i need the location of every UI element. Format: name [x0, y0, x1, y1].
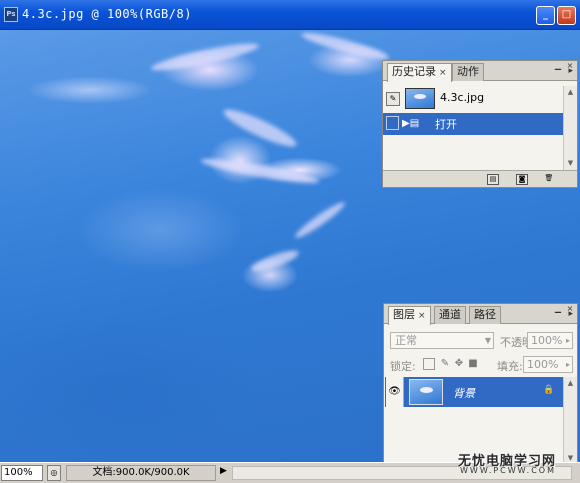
lock-transparency-icon[interactable] — [423, 358, 435, 370]
lock-fill-row: 锁定: ✎ ✥ ■ 填充: 100% ▸ — [385, 355, 576, 375]
lock-icon: 🔒 — [543, 385, 555, 395]
lock-all-icon[interactable]: ■ — [467, 358, 479, 370]
new-document-from-state-icon[interactable]: ▤ — [487, 174, 499, 185]
layers-scrollbar[interactable]: ▲ ▼ — [563, 377, 577, 465]
photoshop-icon: Ps — [4, 7, 18, 22]
document-info: 文档:900.0K/900.0K — [66, 465, 216, 481]
opacity-input[interactable]: 100% ▸ — [527, 332, 573, 349]
history-panel: ▁ × 历史记录 × 动作 ▸ ✎ 4.3c.jpg ▶▤ 打开 ▲ ▼ ▤ ◙ … — [382, 60, 578, 188]
status-menu-icon[interactable]: ◎ — [47, 465, 61, 481]
layers-panel-tabs: ▁ × 图层 × 通道 路径 ▸ — [384, 304, 577, 325]
panel-menu-icon[interactable]: ▸ — [568, 66, 573, 76]
scroll-down-icon[interactable]: ▼ — [564, 157, 577, 170]
history-brush-source-box[interactable] — [386, 116, 399, 130]
chevron-down-icon: ▼ — [484, 336, 491, 345]
layer-thumbnail — [409, 379, 443, 405]
highlight-streak — [199, 154, 321, 188]
lock-image-icon[interactable]: ✎ — [439, 358, 451, 370]
zoom-input[interactable]: 100% — [1, 465, 43, 481]
snapshot-label: 4.3c.jpg — [440, 91, 485, 104]
fill-label: 填充: — [497, 360, 523, 373]
highlight-streak — [249, 246, 301, 276]
highlight-streak — [292, 198, 348, 242]
snapshot-thumbnail — [405, 88, 435, 109]
tab-channels[interactable]: 通道 — [434, 306, 466, 324]
chevron-right-icon: ▸ — [565, 360, 570, 369]
minimize-button[interactable]: _ — [536, 6, 555, 25]
tab-history[interactable]: 历史记录 × — [387, 63, 452, 82]
history-panel-tabs: ▁ × 历史记录 × 动作 ▸ — [383, 61, 577, 82]
history-brush-source-icon[interactable]: ✎ — [386, 92, 400, 106]
delete-icon[interactable]: 🗑 — [543, 174, 555, 185]
history-scrollbar[interactable]: ▲ ▼ — [563, 86, 577, 170]
lock-position-icon[interactable]: ✥ — [453, 358, 465, 370]
restore-button[interactable]: □ — [557, 6, 576, 25]
lock-label: 锁定: — [390, 360, 416, 373]
tab-layers[interactable]: 图层 × — [388, 306, 431, 325]
open-document-icon: ▶▤ — [402, 118, 420, 129]
highlight-streak — [299, 30, 391, 64]
window-title-bar[interactable]: Ps 4.3c.jpg @ 100%(RGB/8) _ □ — [0, 0, 580, 30]
history-snapshot[interactable]: ✎ 4.3c.jpg — [383, 86, 563, 111]
history-state-label: 打开 — [435, 118, 457, 131]
scroll-up-icon[interactable]: ▲ — [564, 377, 577, 390]
panel-menu-icon[interactable]: ▸ — [568, 309, 573, 319]
eye-icon[interactable]: 👁 — [386, 377, 404, 407]
panel-minimize-icon[interactable]: ▁ — [553, 61, 563, 71]
fill-input[interactable]: 100% ▸ — [523, 356, 573, 373]
history-bottom-bar: ▤ ◙ 🗑 — [383, 170, 577, 187]
tab-actions[interactable]: 动作 — [452, 63, 484, 81]
highlight-streak — [220, 103, 300, 153]
highlight-streak — [149, 38, 261, 76]
blend-opacity-row: 正常 ▼ 不透明度: 100% ▸ — [385, 330, 576, 350]
tab-paths[interactable]: 路径 — [469, 306, 501, 324]
watermark-url: WWW.PCWW.COM — [460, 466, 556, 475]
tab-close-icon[interactable]: × — [418, 311, 426, 321]
chevron-right-icon: ▸ — [565, 336, 570, 345]
new-snapshot-icon[interactable]: ◙ — [516, 174, 528, 185]
panel-minimize-icon[interactable]: ▁ — [553, 304, 563, 314]
layer-row[interactable]: 👁 背景 🔒 — [385, 377, 563, 407]
blend-mode-select[interactable]: 正常 ▼ — [390, 332, 494, 349]
tab-close-icon[interactable]: × — [439, 68, 447, 78]
scroll-up-icon[interactable]: ▲ — [564, 86, 577, 99]
layer-name[interactable]: 背景 — [453, 385, 475, 401]
status-info-arrow-icon[interactable]: ▶ — [220, 466, 227, 476]
history-state[interactable]: ▶▤ 打开 — [383, 113, 563, 135]
window-title: 4.3c.jpg @ 100%(RGB/8) — [22, 7, 192, 21]
